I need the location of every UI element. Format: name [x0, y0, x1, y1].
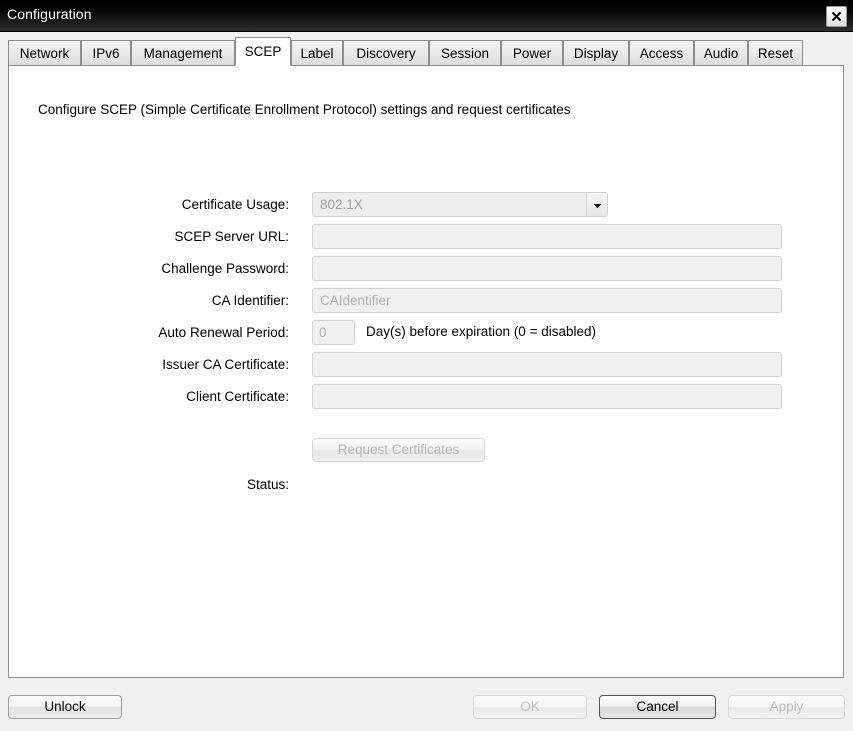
- tab-access[interactable]: Access: [629, 40, 694, 66]
- ca-identifier-label: CA Identifier:: [211, 293, 289, 308]
- scep-server-url-label: SCEP Server URL:: [174, 229, 289, 244]
- certificate-usage-select[interactable]: 802.1X: [312, 192, 608, 217]
- tab-network[interactable]: Network: [8, 40, 81, 66]
- row-ca-identifier: CA Identifier: CAIdentifier: [9, 287, 845, 319]
- challenge-password-label: Challenge Password:: [161, 261, 289, 276]
- scep-form: Certificate Usage: 802.1X SCEP Server UR…: [9, 191, 845, 492]
- tab-display[interactable]: Display: [563, 40, 629, 66]
- apply-button[interactable]: Apply: [728, 695, 845, 719]
- row-certificate-usage: Certificate Usage: 802.1X: [9, 191, 845, 223]
- client-certificate-label: Client Certificate:: [186, 389, 289, 404]
- tab-management[interactable]: Management: [131, 40, 235, 66]
- request-certificates-button[interactable]: Request Certificates: [312, 438, 485, 462]
- certificate-usage-label: Certificate Usage:: [181, 197, 289, 212]
- chevron-down-icon: [593, 197, 602, 212]
- close-icon: [831, 11, 842, 22]
- close-button[interactable]: [826, 6, 847, 27]
- issuer-ca-certificate-label: Issuer CA Certificate:: [162, 357, 289, 372]
- unlock-button[interactable]: Unlock: [8, 695, 122, 719]
- auto-renewal-period-note: Day(s) before expiration (0 = disabled): [366, 324, 596, 339]
- issuer-ca-certificate-input[interactable]: [312, 352, 782, 377]
- scep-server-url-input[interactable]: [312, 224, 782, 249]
- row-issuer-ca-certificate: Issuer CA Certificate:: [9, 351, 845, 383]
- ok-button[interactable]: OK: [473, 695, 587, 719]
- window-titlebar: Configuration: [0, 0, 853, 32]
- scep-settings-panel: Configure SCEP (Simple Certificate Enrol…: [8, 65, 844, 678]
- row-challenge-password: Challenge Password:: [9, 255, 845, 287]
- auto-renewal-period-input[interactable]: 0: [312, 320, 355, 345]
- tab-label[interactable]: Label: [291, 40, 343, 66]
- ca-identifier-input[interactable]: CAIdentifier: [312, 288, 782, 313]
- tab-discovery[interactable]: Discovery: [343, 40, 429, 66]
- row-client-certificate: Client Certificate:: [9, 383, 845, 415]
- cancel-button[interactable]: Cancel: [599, 695, 716, 719]
- tab-scep[interactable]: SCEP: [235, 37, 291, 66]
- client-certificate-input[interactable]: [312, 384, 782, 409]
- status-label: Status:: [246, 477, 289, 492]
- panel-description: Configure SCEP (Simple Certificate Enrol…: [38, 102, 571, 117]
- tab-audio[interactable]: Audio: [694, 40, 748, 66]
- row-scep-server-url: SCEP Server URL:: [9, 223, 845, 255]
- row-auto-renewal-period: Auto Renewal Period: 0 Day(s) before exp…: [9, 319, 845, 351]
- challenge-password-input[interactable]: [312, 256, 782, 281]
- auto-renewal-period-label: Auto Renewal Period:: [158, 325, 289, 340]
- tab-reset[interactable]: Reset: [748, 40, 803, 66]
- tab-strip: Network IPv6 Management SCEP Label Disco…: [0, 32, 853, 66]
- tab-power[interactable]: Power: [501, 40, 563, 66]
- certificate-usage-dropdown-button[interactable]: [586, 193, 607, 216]
- dialog-button-bar: Unlock OK Cancel Apply: [0, 686, 853, 731]
- certificate-usage-value: 802.1X: [320, 197, 363, 212]
- tab-session[interactable]: Session: [429, 40, 501, 66]
- configuration-dialog: Configuration Network IPv6 Management SC…: [0, 0, 853, 731]
- window-title: Configuration: [7, 6, 92, 22]
- tab-ipv6[interactable]: IPv6: [81, 40, 131, 66]
